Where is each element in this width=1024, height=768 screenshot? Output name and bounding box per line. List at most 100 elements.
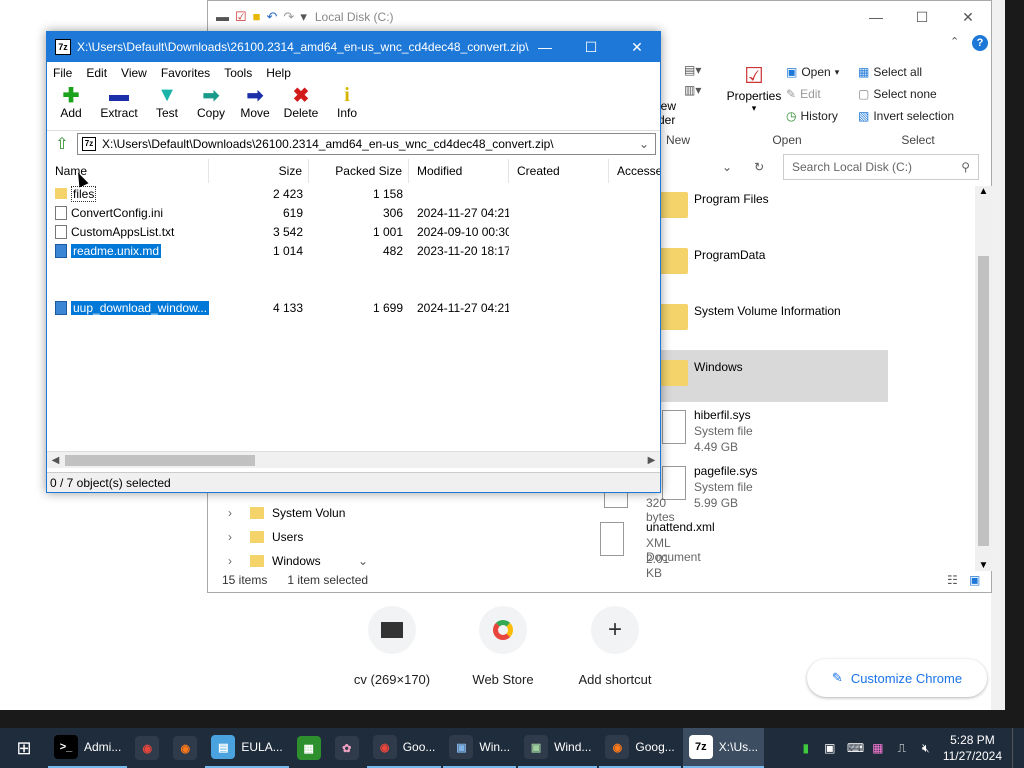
- customize-chrome-button[interactable]: ✎ Customize Chrome: [807, 659, 987, 697]
- nav-item-windows[interactable]: › Windows ⌄: [228, 549, 368, 573]
- taskbar-app-button[interactable]: ◉ Goog...: [599, 728, 681, 768]
- scroll-down-icon[interactable]: ▼: [975, 560, 992, 571]
- scroll-thumb[interactable]: [65, 455, 255, 466]
- address-dropdown-icon[interactable]: ⌄: [722, 160, 732, 174]
- properties-button[interactable]: ☑ Properties ▾: [724, 63, 784, 114]
- list-item[interactable]: Program Files: [648, 186, 888, 242]
- table-row-selected[interactable]: readme.unix.md 1 014 482 2023-11-20 18:1…: [47, 241, 660, 260]
- scroll-up-icon[interactable]: ▲: [975, 186, 992, 197]
- taskbar-app-button[interactable]: ◉ Goo...: [366, 728, 442, 768]
- delete-button[interactable]: ✖ Delete: [281, 84, 321, 130]
- refresh-icon[interactable]: ↻: [754, 160, 764, 174]
- expand-icon[interactable]: ›: [228, 530, 242, 544]
- maximize-button[interactable]: ☐: [568, 32, 614, 62]
- menu-view[interactable]: View: [121, 66, 147, 80]
- up-folder-icon[interactable]: ⇧: [51, 133, 73, 155]
- column-header-packed-size[interactable]: Packed Size: [309, 159, 409, 183]
- test-button[interactable]: ▼ Test: [149, 84, 185, 130]
- history-button[interactable]: ◷ History: [786, 105, 839, 127]
- color-app-icon[interactable]: ▦: [871, 741, 885, 755]
- help-icon[interactable]: ?: [972, 35, 988, 51]
- vertical-scrollbar[interactable]: ▲ ▼: [975, 186, 992, 571]
- menu-tools[interactable]: Tools: [224, 66, 252, 80]
- list-item[interactable]: unattend.xml XML Document 2.01 KB: [398, 518, 715, 580]
- copy-button[interactable]: ➡ Copy: [193, 84, 229, 130]
- maximize-button[interactable]: ☐: [899, 1, 945, 33]
- folder-icon[interactable]: ■: [253, 9, 261, 25]
- drive-icon[interactable]: ▬: [216, 9, 229, 25]
- scroll-down-icon[interactable]: ⌄: [358, 554, 368, 568]
- taskbar-app-button[interactable]: ▣ Win...: [443, 728, 517, 768]
- clock[interactable]: 5:28 PM 11/27/2024: [943, 732, 1002, 764]
- move-button[interactable]: ➡ Move: [237, 84, 273, 130]
- edit-button[interactable]: ✎ Edit: [786, 83, 839, 105]
- add-button[interactable]: ✚ Add: [53, 84, 89, 130]
- taskbar-app-button[interactable]: 7z X:\Us...: [682, 728, 765, 768]
- minimize-button[interactable]: —: [853, 1, 899, 33]
- menu-file[interactable]: File: [53, 66, 72, 80]
- list-item[interactable]: System Volume Information: [648, 298, 888, 354]
- details-view-icon[interactable]: ☷: [947, 573, 958, 587]
- chrome-scrollbar[interactable]: [991, 0, 1005, 710]
- minimize-button[interactable]: —: [522, 32, 568, 62]
- column-header-name[interactable]: Name: [47, 159, 209, 183]
- view-toggle-icon[interactable]: ▥▾: [684, 83, 704, 97]
- horizontal-scrollbar[interactable]: ◀ ▶: [47, 451, 660, 468]
- menu-favorites[interactable]: Favorites: [161, 66, 210, 80]
- extract-button[interactable]: ▬ Extract: [97, 84, 141, 130]
- search-box[interactable]: Search Local Disk (C:) ⚲: [783, 154, 979, 180]
- list-item[interactable]: pagefile.sys System file 5.99 GB: [648, 462, 888, 518]
- large-icons-view-icon[interactable]: ▣: [969, 573, 980, 587]
- close-button[interactable]: ✕: [614, 32, 660, 62]
- expand-icon[interactable]: ›: [228, 554, 242, 568]
- volume-muted-icon[interactable]: 🔇︎: [919, 741, 933, 756]
- list-item[interactable]: ProgramData: [648, 242, 888, 298]
- start-button[interactable]: ⊞: [0, 728, 48, 768]
- menu-help[interactable]: Help: [266, 66, 291, 80]
- shortcut-tile-web-store[interactable]: Web Store: [448, 606, 558, 687]
- select-all-button[interactable]: ▦ Select all: [858, 61, 954, 83]
- taskbar-app-button[interactable]: ◉: [129, 728, 165, 768]
- collapse-ribbon-icon[interactable]: ⌃: [950, 35, 959, 48]
- taskbar-app-button[interactable]: ✿: [329, 728, 365, 768]
- table-row[interactable]: CustomAppsList.txt 3 542 1 001 2024-09-1…: [47, 222, 660, 241]
- table-row[interactable]: files 2 423 1 158: [47, 184, 660, 203]
- taskbar-app-button[interactable]: ▣ Wind...: [518, 728, 598, 768]
- usb-icon[interactable]: ⎍: [895, 741, 909, 756]
- close-button[interactable]: ✕: [945, 1, 991, 33]
- column-header-modified[interactable]: Modified: [409, 159, 509, 183]
- column-header-size[interactable]: Size: [209, 159, 309, 183]
- view-toggle-icon[interactable]: ▤▾: [684, 63, 704, 77]
- list-item[interactable]: hiberfil.sys System file 4.49 GB: [648, 406, 888, 462]
- scroll-thumb[interactable]: [978, 256, 989, 546]
- taskbar-app-button[interactable]: ◉: [167, 728, 203, 768]
- dropdown-icon[interactable]: ⌄: [639, 137, 649, 151]
- qat-dropdown-icon[interactable]: ▾: [300, 9, 307, 25]
- network-device-icon[interactable]: ▣: [823, 741, 837, 755]
- scroll-left-icon[interactable]: ◀: [47, 452, 64, 469]
- menu-edit[interactable]: Edit: [86, 66, 107, 80]
- expand-icon[interactable]: ›: [228, 506, 242, 520]
- open-button[interactable]: ▣ Open ▾: [786, 61, 839, 83]
- redo-icon[interactable]: ↷: [283, 9, 294, 25]
- nav-item-users[interactable]: › Users: [228, 525, 368, 549]
- table-row[interactable]: ConvertConfig.ini 619 306 2024-11-27 04:…: [47, 203, 660, 222]
- search-input[interactable]: Search Local Disk (C:): [792, 160, 912, 174]
- battery-icon[interactable]: ▮: [799, 741, 813, 755]
- undo-icon[interactable]: ↶: [267, 9, 278, 25]
- list-item-selected[interactable]: Windows: [648, 350, 888, 402]
- scroll-right-icon[interactable]: ▶: [643, 452, 660, 469]
- taskbar-app-button[interactable]: >_ Admi...: [48, 728, 128, 768]
- add-shortcut-tile[interactable]: + Add shortcut: [560, 606, 670, 687]
- info-button[interactable]: i Info: [329, 84, 365, 130]
- table-row-selected[interactable]: uup_download_window... 4 133 1 699 2024-…: [47, 298, 660, 317]
- column-header-created[interactable]: Created: [509, 159, 609, 183]
- display-icon[interactable]: ⌨: [847, 741, 864, 755]
- column-header-accessed[interactable]: Accesse: [609, 159, 660, 183]
- properties-icon[interactable]: ☑: [235, 9, 247, 25]
- shortcut-tile-cv[interactable]: cv (269×170): [337, 606, 447, 687]
- invert-selection-button[interactable]: ▧ Invert selection: [858, 105, 954, 127]
- taskbar-app-button[interactable]: ▦: [291, 728, 327, 768]
- select-none-button[interactable]: ▢ Select none: [858, 83, 954, 105]
- show-desktop-button[interactable]: [1012, 728, 1016, 768]
